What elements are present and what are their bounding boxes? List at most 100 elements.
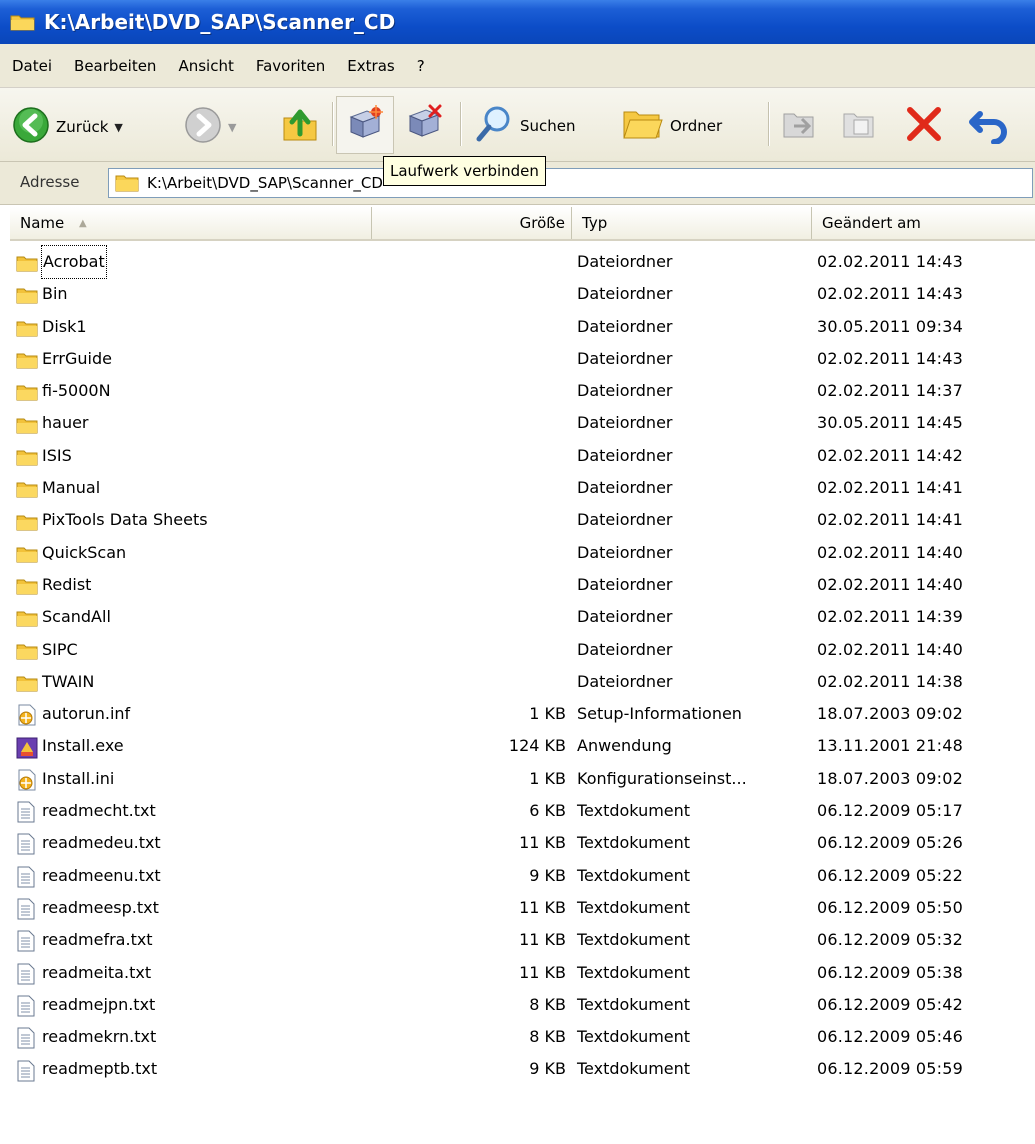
file-row[interactable]: readmeita.txt 11 KB Textdokument 06.12.2009…: [10, 957, 1035, 989]
file-modified-date: 30.05.2011 14:45: [817, 413, 964, 433]
file-modified-date: 02.02.2011 14:41: [817, 478, 964, 498]
file-type: Anwendung: [577, 736, 672, 756]
column-header-name[interactable]: Name ▲: [10, 207, 372, 239]
delete-button[interactable]: [904, 104, 944, 148]
file-row[interactable]: Disk1 Dateiordner 30.05.2011 09:34: [10, 311, 1035, 343]
text-file-icon: [16, 1060, 38, 1082]
chevron-down-icon[interactable]: ▼: [228, 121, 236, 134]
file-name-cell[interactable]: fi-5000N: [16, 375, 111, 407]
menu-extras[interactable]: Extras: [336, 57, 405, 75]
file-name-cell[interactable]: ErrGuide: [16, 343, 112, 375]
file-row[interactable]: TWAIN Dateiordner 02.02.2011 14:38: [10, 666, 1035, 698]
folders-button[interactable]: Ordner: [622, 106, 722, 146]
undo-icon: [968, 104, 1012, 148]
file-name-cell[interactable]: ScandAll: [16, 601, 111, 633]
file-name-cell[interactable]: Acrobat: [16, 244, 107, 280]
text-file-icon: [16, 898, 38, 920]
search-button[interactable]: Suchen: [474, 104, 576, 148]
menu-help[interactable]: ?: [406, 57, 436, 75]
menu-favoriten[interactable]: Favoriten: [245, 57, 336, 75]
file-modified-date: 06.12.2009 05:26: [817, 833, 964, 853]
file-row[interactable]: Install.exe 124 KB Anwendung 13.11.2001 21:…: [10, 730, 1035, 762]
file-size: 1 KB: [529, 768, 566, 788]
file-row[interactable]: readmedeu.txt 11 KB Textdokument 06.12.2009…: [10, 827, 1035, 859]
file-name: ScandAll: [42, 607, 111, 627]
map-drive-button[interactable]: [336, 96, 394, 154]
menu-datei[interactable]: Datei: [0, 57, 63, 75]
file-name-cell[interactable]: readmefra.txt: [16, 924, 153, 956]
folder-icon: [16, 317, 38, 337]
address-input[interactable]: K:\Arbeit\DVD_SAP\Scanner_CD: [108, 168, 1033, 198]
folder-icon: [115, 173, 139, 193]
column-header-modified-label: Geändert am: [822, 214, 921, 232]
file-name-cell[interactable]: readmekrn.txt: [16, 1021, 156, 1053]
file-row[interactable]: hauer Dateiordner 30.05.2011 14:45: [10, 407, 1035, 439]
column-header-size[interactable]: Größe: [372, 207, 572, 239]
file-row[interactable]: readmeesp.txt 11 KB Textdokument 06.12.2009…: [10, 892, 1035, 924]
file-name-cell[interactable]: PixTools Data Sheets: [16, 504, 208, 536]
file-modified-date: 06.12.2009 05:46: [817, 1027, 964, 1047]
file-row[interactable]: Acrobat Dateiordner 02.02.2011 14:43: [10, 244, 1035, 280]
file-name-cell[interactable]: Disk1: [16, 311, 87, 343]
file-row[interactable]: PixTools Data Sheets Dateiordner 02.02.201…: [10, 504, 1035, 536]
file-row[interactable]: Redist Dateiordner 02.02.2011 14:40: [10, 569, 1035, 601]
undo-button[interactable]: [968, 104, 1012, 148]
file-row[interactable]: readmeenu.txt 9 KB Textdokument 06.12.2009 …: [10, 860, 1035, 892]
file-modified-date: 02.02.2011 14:40: [817, 542, 964, 562]
file-row[interactable]: Bin Dateiordner 02.02.2011 14:43: [10, 278, 1035, 310]
move-to-icon: [780, 106, 820, 146]
file-row[interactable]: ISIS Dateiordner 02.02.2011 14:42: [10, 440, 1035, 472]
file-type: Setup-Informationen: [577, 704, 742, 724]
file-name-cell[interactable]: Redist: [16, 569, 91, 601]
file-name-cell[interactable]: Manual: [16, 472, 100, 504]
file-row[interactable]: Install.ini 1 KB Konfigurationseinst... 18.…: [10, 763, 1035, 795]
file-row[interactable]: readmeptb.txt 9 KB Textdokument 06.12.2009 …: [10, 1053, 1035, 1085]
copy-to-button[interactable]: [840, 106, 880, 146]
file-name-cell[interactable]: readmejpn.txt: [16, 989, 155, 1021]
file-row[interactable]: QuickScan Dateiordner 02.02.2011 14:40: [10, 537, 1035, 569]
menu-bar: Datei Bearbeiten Ansicht Favoriten Extra…: [0, 44, 1035, 88]
column-header-modified[interactable]: Geändert am: [812, 207, 1035, 239]
file-row[interactable]: autorun.inf 1 KB Setup-Informationen 18.07.…: [10, 698, 1035, 730]
file-name-cell[interactable]: QuickScan: [16, 537, 126, 569]
move-to-button[interactable]: [780, 106, 820, 146]
file-row[interactable]: readmejpn.txt 8 KB Textdokument 06.12.2009 …: [10, 989, 1035, 1021]
file-name-cell[interactable]: readmedeu.txt: [16, 827, 161, 859]
file-row[interactable]: Manual Dateiordner 02.02.2011 14:41: [10, 472, 1035, 504]
title-bar[interactable]: K:\Arbeit\DVD_SAP\Scanner_CD: [0, 0, 1035, 44]
file-type: Dateiordner: [577, 316, 673, 336]
file-name-cell[interactable]: Install.exe: [16, 730, 124, 762]
file-name-cell[interactable]: readmeptb.txt: [16, 1053, 157, 1085]
file-name-cell[interactable]: SIPC: [16, 634, 78, 666]
file-row[interactable]: readmefra.txt 11 KB Textdokument 06.12.2009…: [10, 924, 1035, 956]
file-name-cell[interactable]: ISIS: [16, 440, 72, 472]
disconnect-drive-button[interactable]: [404, 102, 444, 146]
up-folder-button[interactable]: [280, 104, 320, 148]
file-name-cell[interactable]: Install.ini: [16, 763, 114, 795]
column-header-type[interactable]: Typ: [572, 207, 812, 239]
file-row[interactable]: SIPC Dateiordner 02.02.2011 14:40: [10, 634, 1035, 666]
file-name-cell[interactable]: hauer: [16, 407, 89, 439]
file-name-cell[interactable]: Bin: [16, 278, 68, 310]
file-row[interactable]: readmekrn.txt 8 KB Textdokument 06.12.2009 …: [10, 1021, 1035, 1053]
file-name-cell[interactable]: autorun.inf: [16, 698, 130, 730]
file-name-cell[interactable]: readmeenu.txt: [16, 860, 161, 892]
file-name-cell[interactable]: TWAIN: [16, 666, 94, 698]
file-row[interactable]: ScandAll Dateiordner 02.02.2011 14:39: [10, 601, 1035, 633]
file-name: readmeesp.txt: [42, 897, 159, 917]
file-row[interactable]: ErrGuide Dateiordner 02.02.2011 14:43: [10, 343, 1035, 375]
file-name: ErrGuide: [42, 348, 112, 368]
file-size: [370, 375, 566, 407]
menu-ansicht[interactable]: Ansicht: [167, 57, 244, 75]
file-name-cell[interactable]: readmeesp.txt: [16, 892, 159, 924]
file-row[interactable]: readmecht.txt 6 KB Textdokument 06.12.2009 …: [10, 795, 1035, 827]
file-name-cell[interactable]: readmeita.txt: [16, 957, 151, 989]
chevron-down-icon[interactable]: ▼: [114, 121, 122, 134]
file-row[interactable]: fi-5000N Dateiordner 02.02.2011 14:37: [10, 375, 1035, 407]
file-name-cell[interactable]: readmecht.txt: [16, 795, 156, 827]
menu-bearbeiten[interactable]: Bearbeiten: [63, 57, 167, 75]
forward-button[interactable]: ▼: [184, 106, 236, 148]
text-file-icon: [16, 995, 38, 1017]
folder-icon: [16, 575, 38, 595]
back-button[interactable]: Zurück ▼: [12, 106, 123, 148]
